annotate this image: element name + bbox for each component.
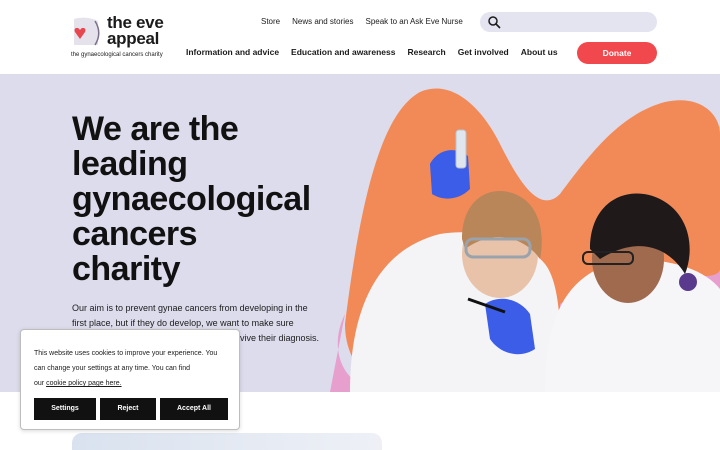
search-icon[interactable] [487,15,501,29]
nav-about-us[interactable]: About us [521,47,558,57]
cookie-settings-button[interactable]: Settings [34,398,96,420]
main-nav: Information and advice Education and awa… [186,47,558,57]
content-card [72,433,382,450]
cookie-actions: Settings Reject Accept All [34,398,228,420]
nav-information-advice[interactable]: Information and advice [186,47,279,57]
logo-tagline: the gynaecological cancers charity [71,52,163,58]
nav-education-awareness[interactable]: Education and awareness [291,47,395,57]
logo[interactable]: the eve appeal the gynaecological cancer… [71,13,171,61]
nav-research[interactable]: Research [407,47,445,57]
nav-news-link[interactable]: News and stories [292,17,353,26]
search-input[interactable] [480,12,657,32]
hero-title: We are the leading gynaecological cancer… [72,110,311,288]
nav-get-involved[interactable]: Get involved [458,47,509,57]
logo-title: the eve appeal [107,13,164,48]
nav-store-link[interactable]: Store [261,17,280,26]
cookie-accept-button[interactable]: Accept All [160,398,228,420]
donate-button[interactable]: Donate [577,42,657,64]
cookie-reject-button[interactable]: Reject [100,398,156,420]
cookie-message: This website uses cookies to improve you… [34,350,218,387]
logo-mark-icon [74,17,100,46]
nav-ask-eve-link[interactable]: Speak to an Ask Eve Nurse [365,17,462,26]
utility-nav: Store News and stories Speak to an Ask E… [261,17,463,26]
site-header: the eve appeal the gynaecological cancer… [0,0,720,74]
cookie-policy-link[interactable]: cookie policy page here. [46,380,122,387]
cookie-banner: This website uses cookies to improve you… [20,329,240,430]
